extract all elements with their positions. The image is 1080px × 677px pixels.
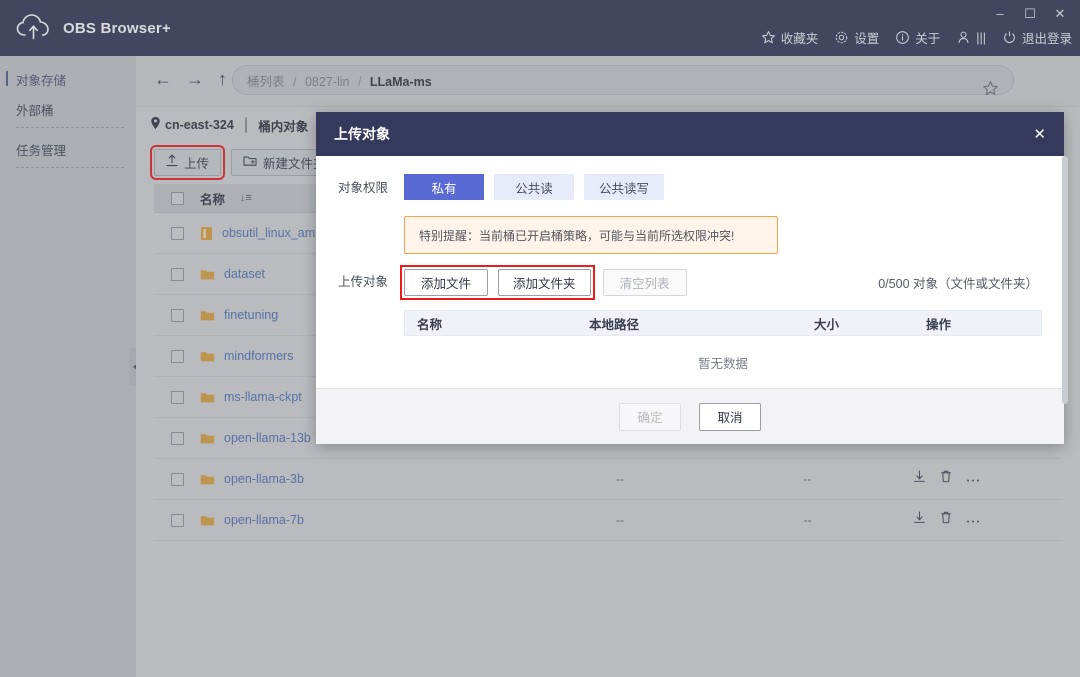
upload-list-empty-text: 暂无数据 xyxy=(697,356,748,371)
upload-object-label: 上传对象 xyxy=(338,275,389,289)
permission-option-private[interactable]: 私有 xyxy=(404,174,484,200)
segment-gap xyxy=(484,174,494,200)
dialog-body: 对象权限 私有 公共读 公共读写 特别提醒：当前桶已开启桶策略，可能与当前所选权… xyxy=(316,156,1064,388)
upload-object-row: 上传对象 添加文件 添加文件夹 清空列表 0/500 对象（文件或文件夹） xyxy=(316,264,1064,300)
upload-col-path: 本地路径 xyxy=(589,317,640,332)
dialog-title: 上传对象 xyxy=(334,126,390,142)
add-file-button[interactable]: 添加文件 xyxy=(404,268,488,296)
dialog-footer: 确定 取消 xyxy=(316,388,1064,444)
permission-row: 对象权限 私有 公共读 公共读写 xyxy=(316,174,1064,202)
add-folder-button[interactable]: 添加文件夹 xyxy=(498,268,591,296)
cancel-button[interactable]: 取消 xyxy=(699,402,761,431)
policy-warning-banner: 特别提醒：当前桶已开启桶策略，可能与当前所选权限冲突! xyxy=(404,216,778,254)
permission-segmented-control: 私有 公共读 公共读写 xyxy=(404,174,664,200)
permission-option-public-read-write[interactable]: 公共读写 xyxy=(584,174,664,200)
clear-list-button: 清空列表 xyxy=(602,268,687,296)
upload-col-name: 名称 xyxy=(417,317,443,332)
upload-object-dialog: 上传对象 ✕ 对象权限 私有 公共读 公共读写 特别提醒：当前桶已开启桶策略，可… xyxy=(316,112,1068,444)
obs-browser-window: OBS Browser+ – ☐ ✕ 收藏夹 设置 关于 ||| 退出登录 对象… xyxy=(0,0,1080,677)
add-buttons-group: 添加文件 添加文件夹 xyxy=(400,264,595,300)
permission-option-public-read[interactable]: 公共读 xyxy=(494,174,574,200)
upload-col-action: 操作 xyxy=(926,317,952,332)
confirm-button: 确定 xyxy=(619,402,681,431)
upload-list-table: 名称 本地路径 大小 操作 暂无数据 xyxy=(404,310,1042,388)
upload-list-header: 名称 本地路径 大小 操作 xyxy=(404,310,1042,336)
dialog-header: 上传对象 ✕ xyxy=(316,112,1064,156)
object-count-text: 0/500 对象（文件或文件夹） xyxy=(878,276,1038,291)
upload-col-size: 大小 xyxy=(814,317,840,332)
close-icon[interactable]: ✕ xyxy=(1033,125,1046,143)
segment-gap xyxy=(574,174,584,200)
dialog-scrollbar[interactable] xyxy=(1062,156,1068,404)
permission-label: 对象权限 xyxy=(338,181,389,195)
